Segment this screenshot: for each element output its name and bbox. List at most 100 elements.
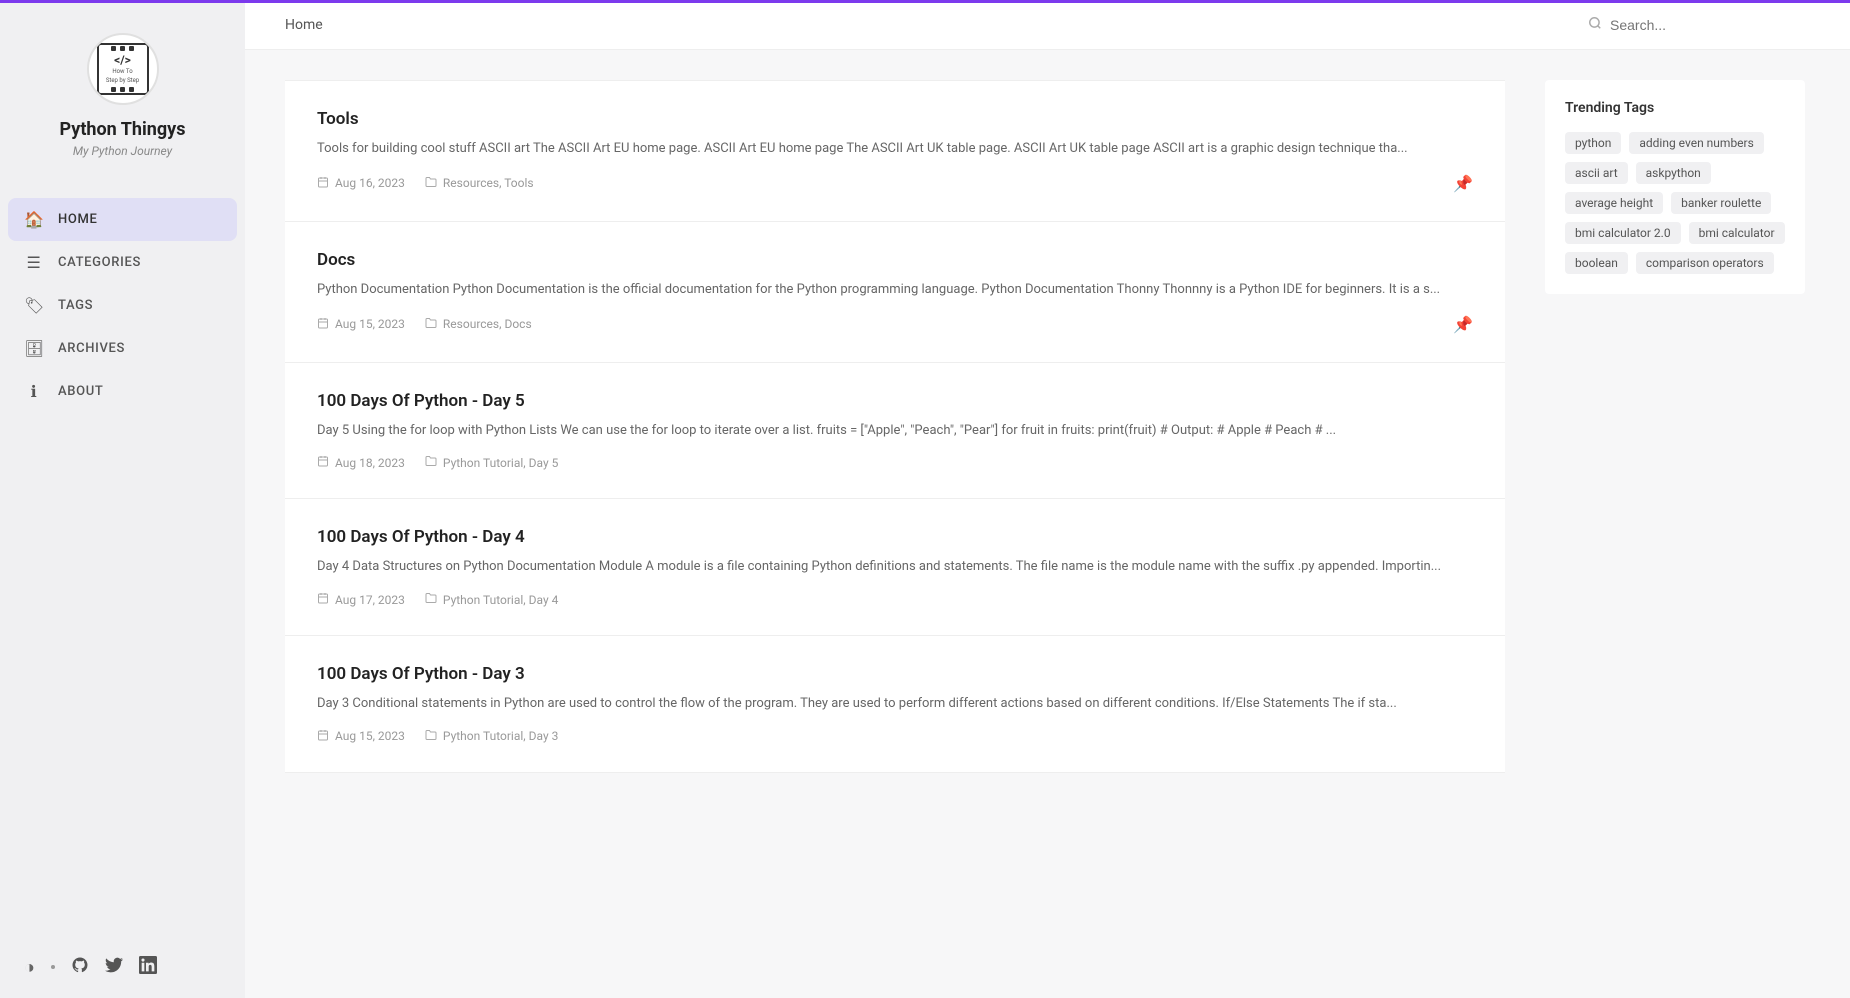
post-meta: Aug 16, 2023 Resources, Tools [317,176,534,191]
post-title: 100 Days Of Python - Day 5 [317,391,1473,411]
pin-icon: 📌 [1453,315,1473,334]
post-meta: Aug 15, 2023 Python Tutorial, Day 3 [317,729,558,744]
home-icon: 🏠 [24,210,44,229]
tag-badge[interactable]: python [1565,132,1621,154]
calendar-icon [317,592,329,607]
post-categories-text: Resources, Docs [443,317,532,331]
tag-badge[interactable]: adding even numbers [1629,132,1763,154]
post-meta-wrapper: Aug 16, 2023 Resources, Tools 📌 [317,174,1473,193]
post-date-text: Aug 15, 2023 [335,317,405,331]
search-container [1588,16,1810,34]
post-date: Aug 16, 2023 [317,176,405,191]
folder-icon [425,317,437,332]
site-subtitle: My Python Journey [73,144,172,158]
post-categories-text: Resources, Tools [443,176,534,190]
sidebar-item-archives[interactable]: 🗄 ARCHIVES [0,327,245,370]
post-title: 100 Days Of Python - Day 3 [317,664,1473,684]
post-date-text: Aug 18, 2023 [335,456,405,470]
right-sidebar: Trending Tags pythonadding even numbersa… [1545,80,1805,968]
post-card-tools[interactable]: Tools Tools for building cool stuff ASCI… [285,80,1505,222]
logo-inner: </> How To Step by Step [97,43,149,95]
calendar-icon [317,729,329,744]
top-nav: Home [245,0,1850,50]
sidebar-item-archives-label: ARCHIVES [58,341,125,356]
post-meta: Aug 18, 2023 Python Tutorial, Day 5 [317,455,558,470]
post-card-docs[interactable]: Docs Python Documentation Python Documen… [285,222,1505,363]
post-date: Aug 18, 2023 [317,455,405,470]
post-date-text: Aug 17, 2023 [335,593,405,607]
post-card-100-days-day5[interactable]: 100 Days Of Python - Day 5 Day 5 Using t… [285,363,1505,500]
categories-icon: ☰ [24,253,44,272]
post-meta-wrapper: Aug 17, 2023 Python Tutorial, Day 4 [317,592,1473,607]
linkedin-icon[interactable] [139,956,157,978]
post-excerpt: Day 5 Using the for loop with Python Lis… [317,421,1473,442]
logo-label-text: How To [112,68,132,75]
tag-badge[interactable]: bmi calculator [1689,222,1785,244]
sidebar-item-tags[interactable]: 🏷 TAGS [0,284,245,327]
post-categories-text: Python Tutorial, Day 4 [443,593,558,607]
calendar-icon [317,455,329,470]
post-categories: Resources, Tools [425,176,534,191]
post-title: Tools [317,109,1473,129]
post-excerpt: Day 3 Conditional statements in Python a… [317,694,1473,715]
sidebar-item-categories[interactable]: ☰ CATEGORIES [0,241,245,284]
pin-icon: 📌 [1453,174,1473,193]
theme-toggle-icon[interactable]: ◑ [24,957,35,978]
logo-area: </> How To Step by Step Python Thingys M… [0,3,245,178]
tag-badge[interactable]: comparison operators [1636,252,1774,274]
post-card-100-days-day3[interactable]: 100 Days Of Python - Day 3 Day 3 Conditi… [285,636,1505,773]
sidebar-item-categories-label: CATEGORIES [58,255,141,270]
post-meta-wrapper: Aug 18, 2023 Python Tutorial, Day 5 [317,455,1473,470]
post-excerpt: Python Documentation Python Documentatio… [317,280,1473,301]
search-icon [1588,16,1602,34]
tag-badge[interactable]: boolean [1565,252,1628,274]
site-title: Python Thingys [60,119,186,140]
post-categories-text: Python Tutorial, Day 5 [443,456,558,470]
post-card-100-days-day4[interactable]: 100 Days Of Python - Day 4 Day 4 Data St… [285,499,1505,636]
nav-link-home[interactable]: Home [285,17,323,33]
post-title: Docs [317,250,1473,270]
sidebar-item-about-label: ABOUT [58,384,103,399]
tags-grid: python adding even numbersascii art askpyt… [1565,132,1785,274]
sidebar-item-home-label: HOME [58,212,98,227]
post-categories: Resources, Docs [425,317,532,332]
post-date: Aug 15, 2023 [317,317,405,332]
main-content: Home Tools Tools for building cool stuff… [245,0,1850,998]
github-icon[interactable] [71,956,89,978]
content-area: Tools Tools for building cool stuff ASCI… [245,50,1845,998]
nav-links: Home [285,17,323,33]
post-meta-wrapper: Aug 15, 2023 Python Tutorial, Day 3 [317,729,1473,744]
logo-code-text: </> [114,54,131,66]
post-title: 100 Days Of Python - Day 4 [317,527,1473,547]
post-categories: Python Tutorial, Day 3 [425,729,558,744]
footer-separator [51,965,55,969]
post-date-text: Aug 15, 2023 [335,729,405,743]
post-meta-wrapper: Aug 15, 2023 Resources, Docs 📌 [317,315,1473,334]
sidebar-footer: ◑ [0,936,245,998]
search-input[interactable] [1610,17,1810,33]
twitter-icon[interactable] [105,956,123,978]
post-meta: Aug 15, 2023 Resources, Docs [317,317,532,332]
calendar-icon [317,317,329,332]
archives-icon: 🗄 [24,339,44,358]
logo-sublabel-text: Step by Step [106,77,139,84]
tag-badge[interactable]: banker roulette [1671,192,1771,214]
sidebar-item-home[interactable]: 🏠 HOME [8,198,237,241]
folder-icon [425,729,437,744]
post-excerpt: Day 4 Data Structures on Python Document… [317,557,1473,578]
folder-icon [425,176,437,191]
sidebar-item-tags-label: TAGS [58,298,93,313]
tag-badge[interactable]: askpython [1636,162,1711,184]
trending-tags-title: Trending Tags [1565,100,1785,116]
post-categories-text: Python Tutorial, Day 3 [443,729,558,743]
tags-icon: 🏷 [24,296,44,315]
sidebar-nav: 🏠 HOME ☰ CATEGORIES 🏷 TAGS 🗄 ARCHIVES ℹ … [0,198,245,936]
post-date: Aug 15, 2023 [317,729,405,744]
tag-badge[interactable]: ascii art [1565,162,1628,184]
sidebar-item-about[interactable]: ℹ ABOUT [0,370,245,413]
site-logo[interactable]: </> How To Step by Step [87,33,159,105]
trending-tags-section: Trending Tags pythonadding even numbersa… [1545,80,1805,294]
tag-badge[interactable]: average height [1565,192,1663,214]
tag-badge[interactable]: bmi calculator 2.0 [1565,222,1681,244]
posts-list: Tools Tools for building cool stuff ASCI… [285,80,1505,968]
